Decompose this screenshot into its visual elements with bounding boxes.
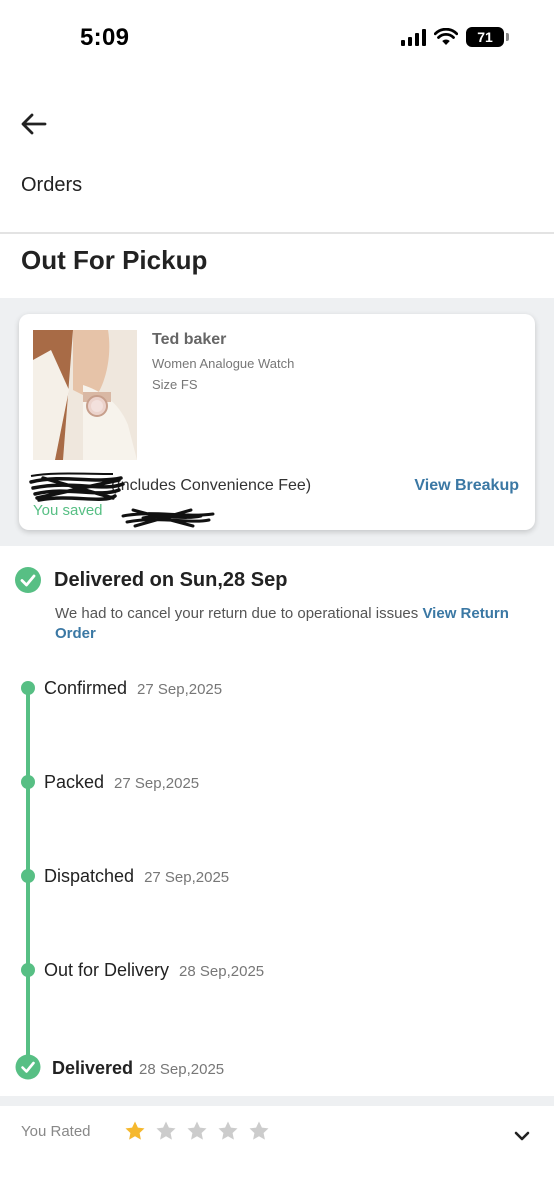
timeline-date: 27 Sep,2025 <box>144 869 230 886</box>
timeline-date: 27 Sep,2025 <box>114 775 200 792</box>
star-icon[interactable] <box>155 1120 177 1142</box>
delivered-title: Delivered on Sun,28 Sep <box>54 568 288 591</box>
star-icon[interactable] <box>186 1120 208 1142</box>
view-breakup-link[interactable]: View Breakup <box>414 477 519 495</box>
battery-icon: 71 <box>466 27 509 47</box>
cancel-return-note: We had to cancel your return due to oper… <box>55 604 515 644</box>
back-button[interactable] <box>18 108 50 140</box>
timeline-label: Delivered <box>52 1058 134 1078</box>
timeline-label: Confirmed <box>44 678 128 698</box>
star-icon[interactable] <box>248 1120 270 1142</box>
star-icon[interactable] <box>124 1120 146 1142</box>
wifi-icon <box>434 28 458 45</box>
cancel-note-text: We had to cancel your return due to oper… <box>55 605 419 622</box>
product-brand: Ted baker <box>152 331 227 348</box>
product-description: Women Analogue Watch <box>152 356 295 371</box>
timeline-step-delivered: Delivered 28 Sep,2025 <box>52 1058 224 1079</box>
header-divider <box>0 232 554 234</box>
timeline-step-out-for-delivery: Out for Delivery 28 Sep,2025 <box>44 960 264 981</box>
section-divider <box>0 1096 554 1106</box>
rating-label: You Rated <box>21 1123 91 1140</box>
timeline-date: 28 Sep,2025 <box>179 963 265 980</box>
check-circle-icon <box>15 567 41 593</box>
timeline-dot <box>21 963 35 977</box>
back-arrow-icon <box>21 113 47 135</box>
timeline-dot <box>21 681 35 695</box>
timeline-label: Out for Delivery <box>44 960 170 980</box>
order-status-heading: Out For Pickup <box>21 245 208 275</box>
timeline-step-confirmed: Confirmed 27 Sep,2025 <box>44 678 222 699</box>
chevron-down-icon[interactable] <box>512 1126 532 1146</box>
delivered-header: Delivered on Sun,28 Sep <box>14 566 287 594</box>
product-size: Size FS <box>152 377 198 392</box>
timeline-step-packed: Packed 27 Sep,2025 <box>44 772 199 793</box>
timeline-date: 27 Sep,2025 <box>137 681 223 698</box>
timeline-label: Dispatched <box>44 866 135 886</box>
product-card[interactable]: Ted baker Women Analogue Watch Size FS (… <box>19 314 535 530</box>
redaction-scribble <box>29 472 215 528</box>
star-icon[interactable] <box>217 1120 239 1142</box>
page-title: Orders <box>21 174 83 196</box>
status-time: 5:09 <box>80 24 130 51</box>
timeline-dot <box>21 869 35 883</box>
timeline-step-dispatched: Dispatched 27 Sep,2025 <box>44 866 229 887</box>
timeline-dot <box>21 775 35 789</box>
status-bar: 5:09 71 <box>0 0 554 76</box>
timeline-label: Packed <box>44 772 105 792</box>
product-image[interactable] <box>33 330 137 460</box>
status-icons: 71 <box>401 27 509 47</box>
rating-stars[interactable] <box>124 1120 270 1142</box>
signal-icon <box>401 28 426 46</box>
timeline-date: 28 Sep,2025 <box>139 1061 225 1078</box>
check-circle-icon <box>15 1054 41 1080</box>
